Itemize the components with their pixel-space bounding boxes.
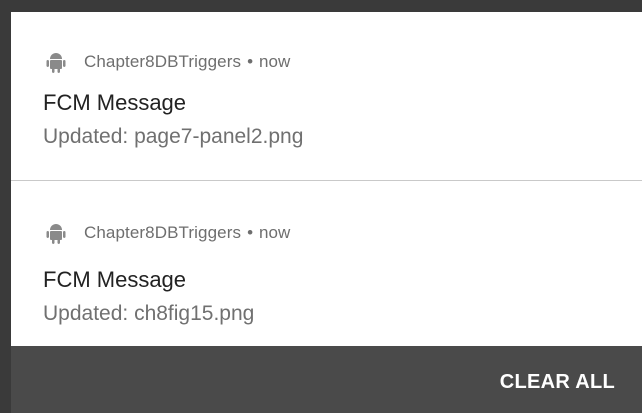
notification-body: Updated: ch8fig15.png — [43, 302, 255, 325]
android-icon — [46, 53, 66, 73]
clear-all-button[interactable]: CLEAR ALL — [500, 371, 615, 394]
notification-body: Updated: page7-panel2.png — [43, 125, 304, 148]
notification-time: now — [259, 223, 291, 242]
header-separator: • — [247, 52, 254, 71]
header-separator: • — [247, 223, 254, 242]
notification-shade: Chapter8DBTriggers • now FCM Message Upd… — [0, 0, 642, 413]
notification-action-bar: CLEAR ALL — [11, 346, 642, 413]
android-icon — [46, 224, 66, 244]
notification-time: now — [259, 52, 291, 71]
notification-title: FCM Message — [43, 267, 187, 292]
notification-card[interactable]: Chapter8DBTriggers • now FCM Message Upd… — [11, 181, 642, 346]
app-name: Chapter8DBTriggers — [84, 52, 242, 71]
app-name: Chapter8DBTriggers — [84, 223, 242, 242]
notification-panel: Chapter8DBTriggers • now FCM Message Upd… — [11, 12, 642, 413]
notification-title: FCM Message — [43, 90, 187, 115]
notification-header: Chapter8DBTriggers • now — [44, 48, 290, 76]
notification-card[interactable]: Chapter8DBTriggers • now FCM Message Upd… — [11, 12, 642, 180]
notification-header: Chapter8DBTriggers • now — [44, 219, 290, 247]
